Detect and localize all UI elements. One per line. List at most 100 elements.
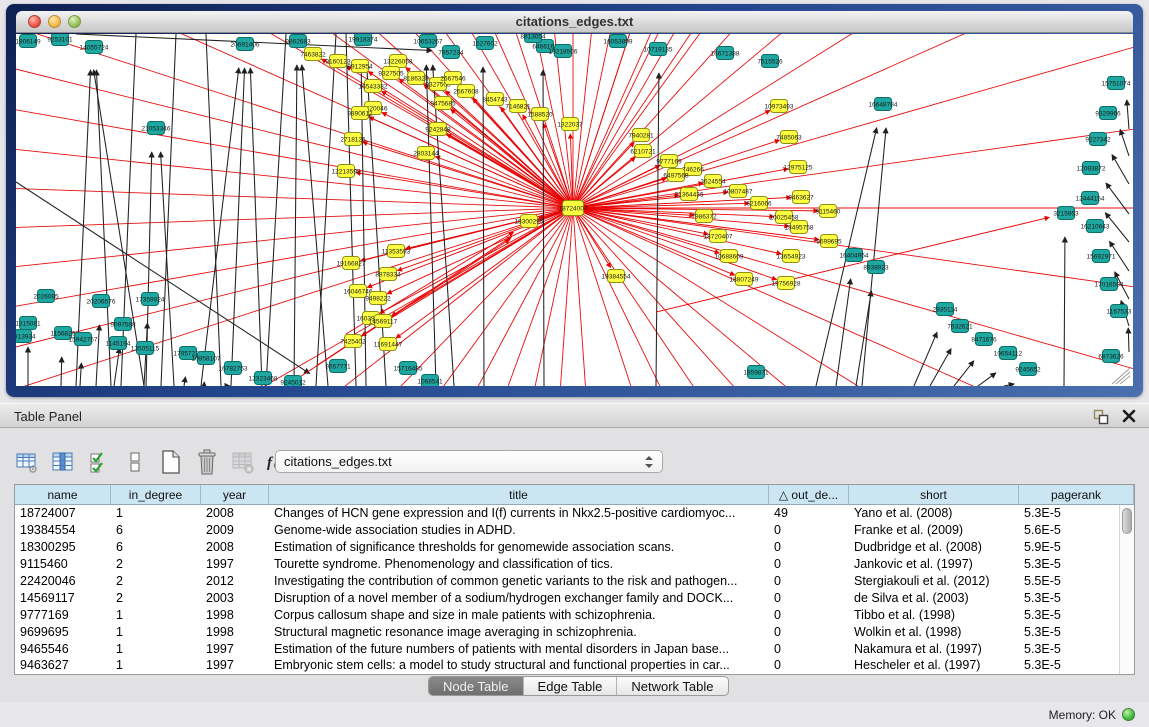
graph-node[interactable]: 10654112 xyxy=(994,347,1023,360)
table-scrollbar[interactable] xyxy=(1119,505,1134,674)
graph-node[interactable]: 8471676 xyxy=(971,333,997,346)
table-row[interactable]: 969969511998Structural magnetic resonanc… xyxy=(15,623,1119,640)
graph-node[interactable]: 15692971 xyxy=(1087,250,1116,263)
graph-node[interactable]: 8938923 xyxy=(863,261,889,274)
graph-node[interactable]: 1145194 xyxy=(106,337,131,350)
graph-node[interactable]: 20691406 xyxy=(231,38,260,51)
new-table-button[interactable] xyxy=(158,448,184,476)
table-cell[interactable]: 1 xyxy=(111,642,201,656)
table-cell[interactable]: 2 xyxy=(111,574,201,588)
graph-node[interactable]: 7986372 xyxy=(691,210,717,223)
graph-node[interactable]: 2667546 xyxy=(440,72,466,85)
graph-node[interactable]: 10688609 xyxy=(715,250,744,263)
table-cell[interactable]: Tibbo et al. (1998) xyxy=(849,608,1019,622)
table-cell[interactable]: 0 xyxy=(769,658,849,672)
citation-network-graph[interactable]: 18724007 1906149 9253101 14055724 20691406 98… xyxy=(16,34,1133,386)
table-cell[interactable]: 9463627 xyxy=(15,658,111,672)
graph-node[interactable]: 1906149 xyxy=(16,35,41,48)
table-cell[interactable]: 2008 xyxy=(201,540,269,554)
graph-node[interactable]: 17016504 xyxy=(1095,278,1124,291)
graph-node[interactable]: 12093872 xyxy=(1077,162,1106,175)
table-cell[interactable]: 5.3E-5 xyxy=(1019,658,1119,672)
table-cell[interactable]: 2008 xyxy=(201,506,269,520)
graph-node[interactable]: 9777169 xyxy=(656,155,682,168)
table-row[interactable]: 1872400712008Changes of HCN gene express… xyxy=(15,505,1119,522)
graph-node[interactable]: 1959871 xyxy=(743,366,769,379)
graph-node[interactable]: 1068541 xyxy=(417,375,443,387)
graph-node[interactable]: 15716485 xyxy=(394,362,423,375)
table-cell[interactable]: 1 xyxy=(111,608,201,622)
column-header-name[interactable]: name xyxy=(15,485,111,504)
table-cell[interactable]: Hescheler et al. (1997) xyxy=(849,658,1019,672)
table-cell[interactable]: 1998 xyxy=(201,608,269,622)
table-cell[interactable]: 5.3E-5 xyxy=(1019,608,1119,622)
graph-node[interactable]: 6873626 xyxy=(1098,350,1124,363)
table-cell[interactable]: 14569117 xyxy=(15,591,111,605)
table-cell[interactable]: Jankovic et al. (1997) xyxy=(849,557,1019,571)
graph-node[interactable]: 18724007 xyxy=(559,201,588,216)
table-cell[interactable]: 1 xyxy=(111,625,201,639)
window-titlebar[interactable]: citations_edges.txt xyxy=(16,11,1133,33)
table-cell[interactable]: 5.3E-5 xyxy=(1019,557,1119,571)
graph-node[interactable]: 21364436 xyxy=(675,188,704,201)
graph-node[interactable]: 16648784 xyxy=(869,98,898,111)
graph-node[interactable]: 8454743 xyxy=(482,93,508,106)
graph-node[interactable]: 16782753 xyxy=(219,362,248,375)
table-cell[interactable]: 5.3E-5 xyxy=(1019,625,1119,639)
graph-node[interactable]: 7485063 xyxy=(776,131,802,144)
table-cell[interactable]: Estimation of significance thresholds fo… xyxy=(269,540,769,554)
graph-node[interactable]: 7463822 xyxy=(300,48,326,61)
table-row[interactable]: 1456911722003Disruption of a novel membe… xyxy=(15,589,1119,606)
float-panel-icon[interactable] xyxy=(1093,409,1109,425)
table-cell[interactable]: 5.9E-5 xyxy=(1019,540,1119,554)
graph-node[interactable]: 12975125 xyxy=(784,161,813,174)
graph-node[interactable]: 20206576 xyxy=(87,295,116,308)
graph-node[interactable]: 11353593 xyxy=(382,245,411,258)
table-cell[interactable]: 0 xyxy=(769,591,849,605)
table-cell[interactable]: Changes of HCN gene expression and I(f) … xyxy=(269,506,769,520)
table-cell[interactable]: 0 xyxy=(769,557,849,571)
table-cell[interactable]: 5.3E-5 xyxy=(1019,642,1119,656)
tab-edge-table[interactable]: Edge Table xyxy=(524,677,618,695)
graph-node[interactable]: 8878334 xyxy=(375,268,401,281)
graph-node[interactable]: 1527602 xyxy=(472,37,498,50)
graph-node[interactable]: 8912954 xyxy=(347,60,373,73)
table-cell[interactable]: Franke et al. (2009) xyxy=(849,523,1019,537)
graph-node[interactable]: 1588520 xyxy=(527,108,553,121)
graph-node[interactable]: 2667608 xyxy=(453,85,479,98)
scrollbar-thumb[interactable] xyxy=(1122,508,1132,534)
graph-node[interactable]: 14055724 xyxy=(80,41,109,54)
table-row[interactable]: 1938455462009Genome-wide association stu… xyxy=(15,522,1119,539)
table-cell[interactable]: 1997 xyxy=(201,658,269,672)
graph-node[interactable]: 6210721 xyxy=(630,145,656,158)
graph-node[interactable]: 9329966 xyxy=(1095,107,1121,120)
table-cell[interactable]: 2003 xyxy=(201,591,269,605)
graph-node[interactable]: 7940281 xyxy=(628,129,654,142)
graph-node[interactable]: 15751074 xyxy=(1102,77,1131,90)
close-panel-icon[interactable] xyxy=(1121,408,1137,424)
column-header-year[interactable]: year xyxy=(201,485,269,504)
table-cell[interactable]: 1997 xyxy=(201,642,269,656)
graph-node[interactable]: 7515526 xyxy=(757,55,783,68)
table-row[interactable]: 2242004622012Investigating the contribut… xyxy=(15,573,1119,590)
delete-table-button[interactable] xyxy=(194,448,220,476)
graph-node[interactable]: 9245652 xyxy=(1015,363,1041,376)
table-cell[interactable]: Stergiakouli et al. (2012) xyxy=(849,574,1019,588)
table-cell[interactable]: 5.3E-5 xyxy=(1019,506,1119,520)
table-cell[interactable]: 18300295 xyxy=(15,540,111,554)
graph-node[interactable]: 19384554 xyxy=(602,270,631,283)
graph-node[interactable]: 9253101 xyxy=(47,34,73,46)
graph-node[interactable]: 2803144 xyxy=(413,147,439,160)
graph-node[interactable]: 2935114 xyxy=(933,303,958,316)
table-cell[interactable]: 6 xyxy=(111,523,201,537)
table-cell[interactable]: 49 xyxy=(769,506,849,520)
select-rows-button[interactable] xyxy=(86,448,112,476)
table-cell[interactable]: 9777169 xyxy=(15,608,111,622)
graph-node[interactable]: 9862683 xyxy=(285,35,311,48)
table-cell[interactable]: Estimation of the future numbers of pati… xyxy=(269,642,769,656)
table-cell[interactable]: 2 xyxy=(111,591,201,605)
column-header-pagerank[interactable]: pagerank xyxy=(1019,485,1134,504)
table-cell[interactable]: 0 xyxy=(769,540,849,554)
graph-node[interactable]: 9463627 xyxy=(788,191,814,204)
table-cell[interactable]: Tourette syndrome. Phenomenology and cla… xyxy=(269,557,769,571)
